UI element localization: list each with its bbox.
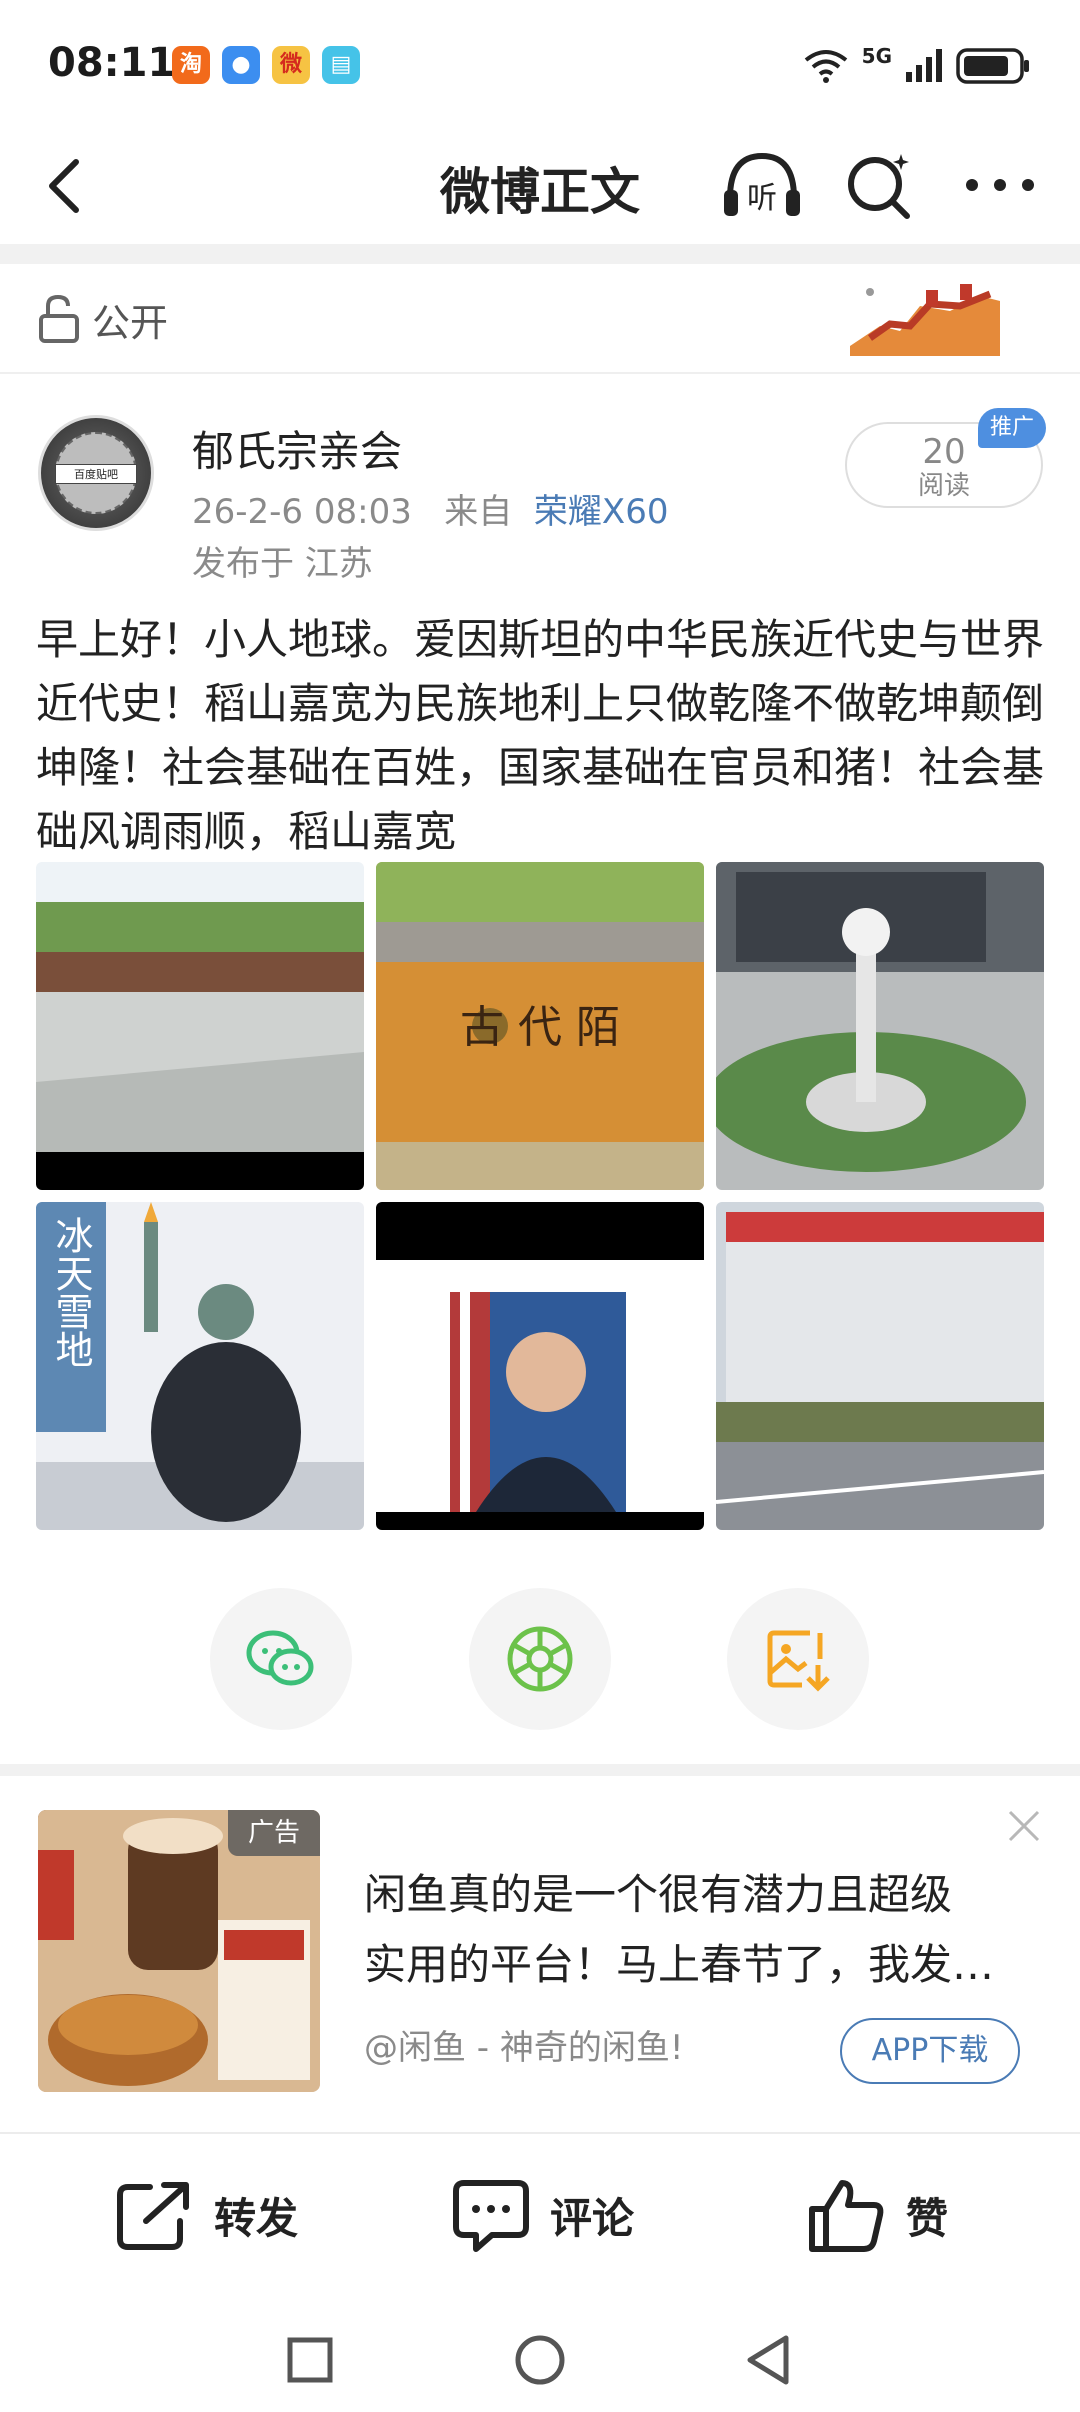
from-label: 来自 [444,492,513,532]
app-download-button[interactable]: APP下载 [840,2018,1020,2084]
listen-icon[interactable]: 听 [720,148,804,224]
photo-factory-building[interactable] [716,1202,1044,1530]
post-text: 早上好！小人地球。爱因斯坦的中华民族近代史与世界近代史！稻山嘉宽为民族地利上只做… [36,615,1045,856]
signal-icon [904,48,944,84]
repost-label: 转发 [214,2193,299,2243]
author-name[interactable]: 郁氏宗亲会 [192,418,402,479]
photo-man-portrait[interactable] [376,1202,704,1530]
page-title: 微博正文 [440,163,640,221]
system-nav-bar [0,2300,1080,2412]
moments-share-button[interactable] [469,1588,611,1730]
photo-plaza-monument[interactable] [716,862,1044,1190]
recent-apps-icon[interactable] [280,2330,340,2390]
like-button[interactable]: 赞 [808,2170,948,2260]
photo-ancient-wall[interactable]: 古 代 陌 [376,862,704,1190]
search-ai-icon[interactable] [845,150,915,220]
post-meta: 26-2-6 08:03 来自 荣耀X60 [192,484,668,533]
promo-badge: 推广 [978,408,1046,448]
taobao-app-icon: 淘 [172,46,210,84]
wechat-share-button[interactable] [210,1588,352,1730]
divider [0,244,1080,264]
comment-button[interactable]: 评论 [452,2170,634,2260]
save-image-button[interactable] [727,1588,869,1730]
wall-inscription: 古 代 陌 [460,1002,620,1053]
visibility-label: 公开 [92,301,169,345]
status-time: 08:11 [48,40,176,86]
photo-riverside-path[interactable] [36,862,364,1190]
repost-button[interactable]: 转发 [116,2170,298,2260]
moments-icon [507,1626,573,1692]
network-label: 5G [861,44,892,68]
nav-bar: 微博正文 听 [0,130,1080,240]
snow-caption: 冰天雪地 [49,1216,93,1368]
avatar[interactable]: 百度贴吧 [38,415,154,531]
save-image-icon [767,1630,830,1692]
repost-icon [117,2182,189,2250]
thumbs-up-icon [809,2180,884,2252]
avatar-text: 百度贴吧 [55,464,137,484]
divider [0,2132,1080,2134]
status-bar: 08:11 淘 ● 微 ▤ 5G [0,0,1080,130]
post-date: 26-2-6 08:03 [192,492,412,532]
ad-source: @闲鱼 - 神奇的闲鱼! [364,2028,684,2068]
visibility-row: 公开 [0,264,1080,374]
reads-label: 阅读 [917,471,970,501]
ad-text-line: 实用的平台！马上春节了，我发… [364,1940,995,1989]
ad-image[interactable]: 广告 [38,1810,320,2092]
wechat-icon [246,1630,314,1686]
device-link[interactable]: 荣耀X60 [534,492,669,532]
reader-app-icon: ▤ [322,46,360,84]
more-icon[interactable] [960,150,1040,220]
like-label: 赞 [906,2193,949,2243]
ad-tag: 广告 [228,1810,320,1856]
wifi-icon [802,48,850,84]
back-nav-icon[interactable] [738,2330,798,2390]
message-app-icon: ● [222,46,260,84]
battery-icon [956,47,1032,85]
home-icon[interactable] [510,2330,570,2390]
divider [0,1764,1080,1776]
great-wall-banner [850,276,1000,356]
ad-text[interactable]: 闲鱼真的是一个很有潜力且超级 实用的平台！马上春节了，我发… [364,1860,1024,2000]
weibo-app-icon: 微 [272,46,310,84]
comment-label: 评论 [550,2193,635,2243]
listen-label: 听 [747,181,777,216]
post-location: 发布于 江苏 [192,544,373,584]
comment-icon [453,2180,529,2252]
close-icon[interactable] [1004,1806,1044,1846]
ad-text-line: 闲鱼真的是一个很有潜力且超级 [364,1870,953,1919]
unlock-icon [38,294,80,344]
photo-statue-snow[interactable]: 冰天雪地 [36,1202,364,1530]
